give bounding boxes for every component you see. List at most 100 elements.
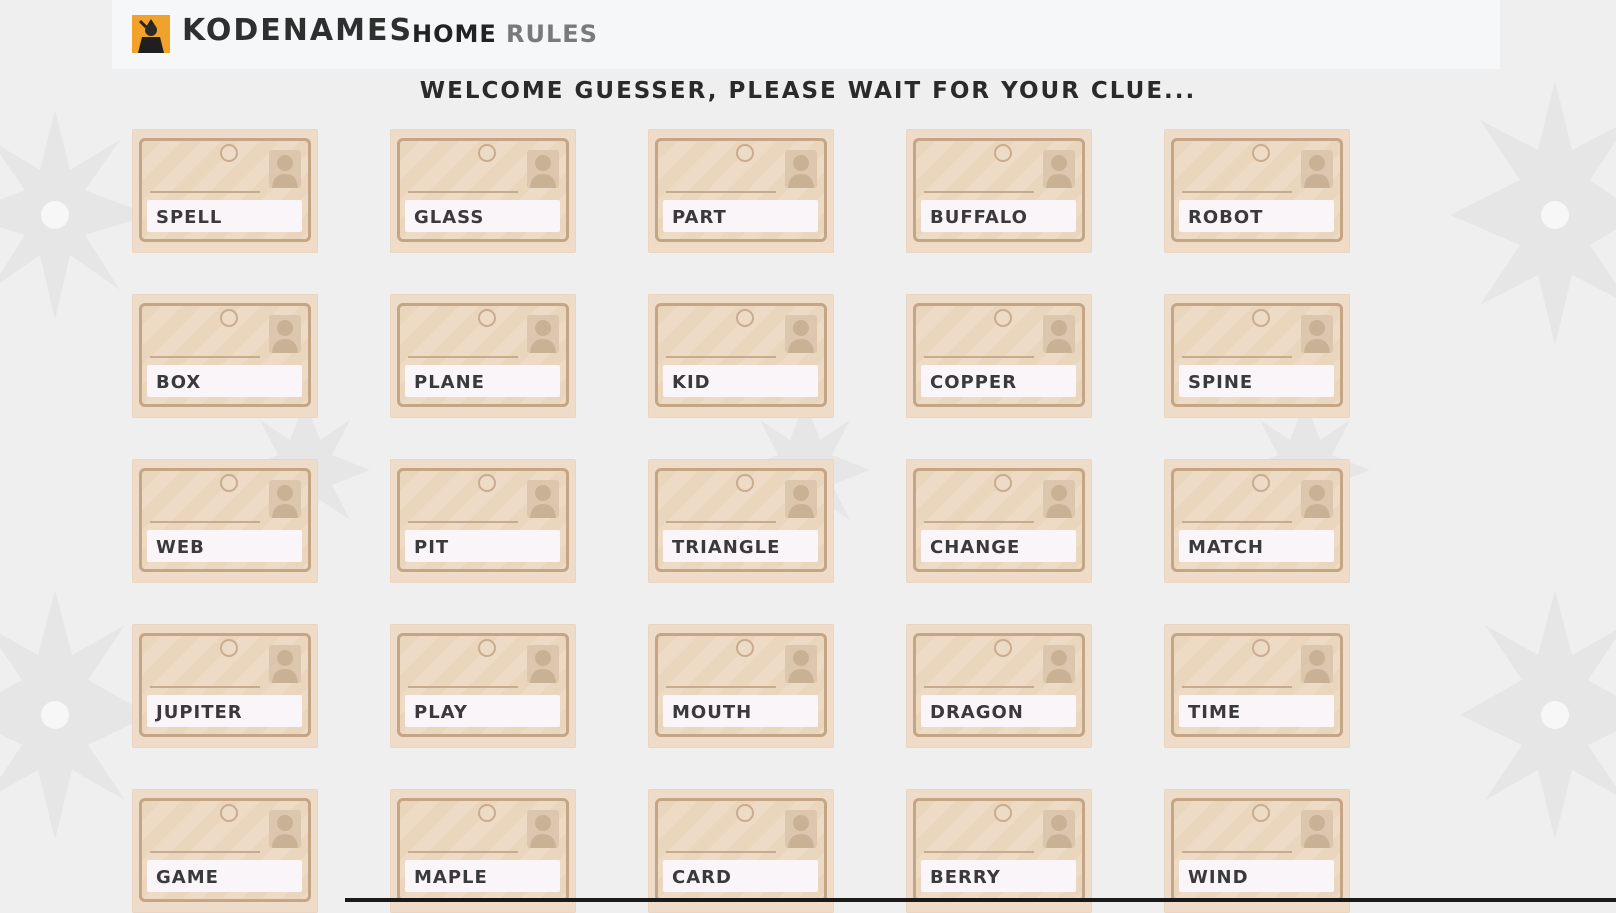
card-label-box: GAME: [147, 860, 302, 892]
silhouette-icon: [1043, 150, 1075, 188]
card-divider: [924, 686, 1034, 688]
card-label-box: BERRY: [921, 860, 1076, 892]
word-card[interactable]: WEB: [132, 459, 318, 583]
silhouette-icon: [1301, 480, 1333, 518]
card-punch-hole-icon: [220, 309, 238, 327]
card-punch-hole-icon: [478, 804, 496, 822]
card-label-box: PLANE: [405, 365, 560, 397]
silhouette-icon: [269, 480, 301, 518]
word-card[interactable]: PLAY: [390, 624, 576, 748]
word-card[interactable]: CARD: [648, 789, 834, 913]
card-punch-hole-icon: [1252, 639, 1270, 657]
card-punch-hole-icon: [220, 144, 238, 162]
card-word: WIND: [1188, 867, 1249, 888]
card-word: TRIANGLE: [672, 537, 781, 558]
card-label-box: SPINE: [1179, 365, 1334, 397]
silhouette-icon: [269, 150, 301, 188]
word-card[interactable]: CHANGE: [906, 459, 1092, 583]
card-frame: JUPITER: [139, 633, 311, 737]
card-word: GLASS: [414, 207, 485, 228]
silhouette-icon: [1301, 810, 1333, 848]
card-word: ROBOT: [1188, 207, 1264, 228]
silhouette-icon: [269, 810, 301, 848]
word-card[interactable]: MOUTH: [648, 624, 834, 748]
card-label-box: PIT: [405, 530, 560, 562]
word-card[interactable]: BERRY: [906, 789, 1092, 913]
card-divider: [150, 851, 260, 853]
nav-home-link[interactable]: HOME: [412, 20, 497, 48]
card-label-box: DRAGON: [921, 695, 1076, 727]
word-card[interactable]: GLASS: [390, 129, 576, 253]
card-word: PLAY: [414, 702, 468, 723]
card-label-box: JUPITER: [147, 695, 302, 727]
silhouette-icon: [527, 480, 559, 518]
card-label-box: TIME: [1179, 695, 1334, 727]
card-punch-hole-icon: [478, 474, 496, 492]
card-divider: [666, 686, 776, 688]
word-card[interactable]: BOX: [132, 294, 318, 418]
card-label-box: COPPER: [921, 365, 1076, 397]
word-card[interactable]: TRIANGLE: [648, 459, 834, 583]
silhouette-icon: [1301, 150, 1333, 188]
card-word: SPELL: [156, 207, 223, 228]
silhouette-icon: [1043, 645, 1075, 683]
word-card[interactable]: WIND: [1164, 789, 1350, 913]
card-punch-hole-icon: [736, 309, 754, 327]
word-card[interactable]: COPPER: [906, 294, 1092, 418]
brand-title[interactable]: KODENAMES: [182, 13, 413, 48]
word-card[interactable]: PLANE: [390, 294, 576, 418]
card-frame: TIME: [1171, 633, 1343, 737]
word-card[interactable]: SPINE: [1164, 294, 1350, 418]
word-card[interactable]: PIT: [390, 459, 576, 583]
card-punch-hole-icon: [736, 144, 754, 162]
card-frame: MATCH: [1171, 468, 1343, 572]
card-label-box: MAPLE: [405, 860, 560, 892]
card-label-box: MOUTH: [663, 695, 818, 727]
word-card[interactable]: PART: [648, 129, 834, 253]
word-card[interactable]: MATCH: [1164, 459, 1350, 583]
card-word: CHANGE: [930, 537, 1021, 558]
card-divider: [1182, 686, 1292, 688]
word-card[interactable]: SPELL: [132, 129, 318, 253]
top-navbar: KODENAMES HOME RULES: [112, 0, 1500, 69]
card-label-box: MATCH: [1179, 530, 1334, 562]
card-label-box: ROBOT: [1179, 200, 1334, 232]
spy-icon[interactable]: [132, 15, 170, 53]
silhouette-icon: [1301, 645, 1333, 683]
status-message: WELCOME GUESSER, PLEASE WAIT FOR YOUR CL…: [419, 78, 1197, 104]
card-word: BUFFALO: [930, 207, 1028, 228]
card-divider: [1182, 521, 1292, 523]
word-card[interactable]: JUPITER: [132, 624, 318, 748]
card-punch-hole-icon: [736, 639, 754, 657]
word-card[interactable]: GAME: [132, 789, 318, 913]
card-divider: [1182, 356, 1292, 358]
card-frame: GAME: [139, 798, 311, 902]
card-label-box: BUFFALO: [921, 200, 1076, 232]
word-card[interactable]: ROBOT: [1164, 129, 1350, 253]
silhouette-icon: [527, 315, 559, 353]
card-divider: [408, 686, 518, 688]
word-card[interactable]: MAPLE: [390, 789, 576, 913]
card-word: SPINE: [1188, 372, 1254, 393]
silhouette-icon: [269, 315, 301, 353]
card-word: PIT: [414, 537, 450, 558]
card-punch-hole-icon: [994, 474, 1012, 492]
card-frame: KID: [655, 303, 827, 407]
silhouette-icon: [527, 645, 559, 683]
word-card[interactable]: KID: [648, 294, 834, 418]
card-divider: [1182, 851, 1292, 853]
card-punch-hole-icon: [1252, 474, 1270, 492]
card-word: PLANE: [414, 372, 485, 393]
card-frame: COPPER: [913, 303, 1085, 407]
card-divider: [150, 521, 260, 523]
card-label-box: TRIANGLE: [663, 530, 818, 562]
card-divider: [408, 521, 518, 523]
nav-rules-link[interactable]: RULES: [506, 20, 598, 48]
card-punch-hole-icon: [478, 639, 496, 657]
card-punch-hole-icon: [478, 144, 496, 162]
word-card[interactable]: DRAGON: [906, 624, 1092, 748]
silhouette-icon: [785, 810, 817, 848]
card-frame: TRIANGLE: [655, 468, 827, 572]
word-card[interactable]: BUFFALO: [906, 129, 1092, 253]
word-card[interactable]: TIME: [1164, 624, 1350, 748]
